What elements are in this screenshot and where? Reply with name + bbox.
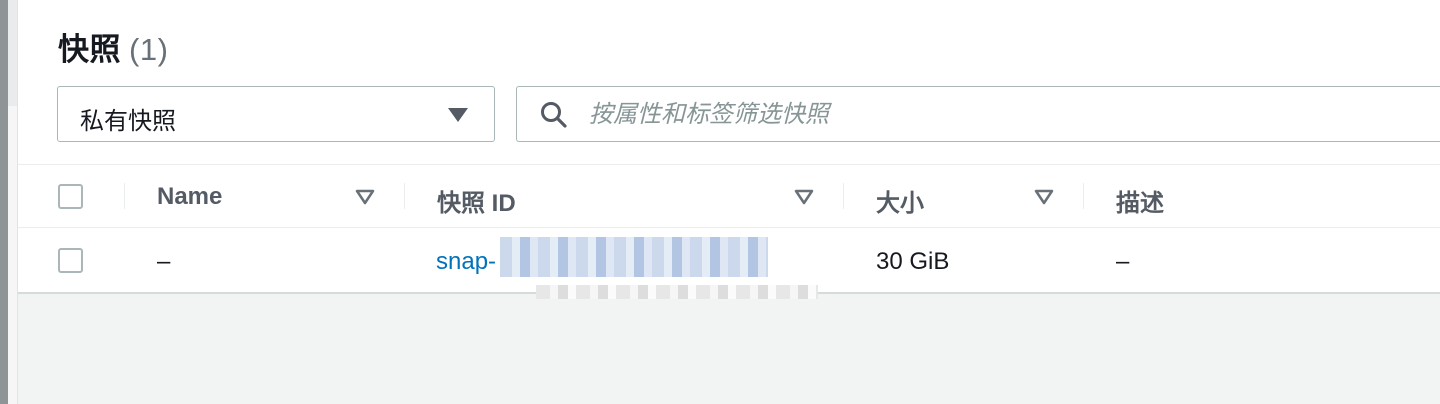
- cell-description: –: [1116, 248, 1130, 275]
- left-nav-segment: [8, 0, 17, 106]
- snapshot-id-link[interactable]: snap-: [436, 248, 496, 276]
- row-checkbox[interactable]: [58, 248, 83, 273]
- left-scroll-rail: [0, 0, 8, 404]
- caret-down-icon: [448, 108, 468, 122]
- page-title: 快照 (1): [58, 24, 168, 69]
- snapshots-panel: 快照(1) 私有快照 Name 快照 ID 大小 描述 – snap- 30 G…: [18, 0, 1440, 294]
- table-header: Name 快照 ID 大小 描述: [18, 165, 1440, 228]
- column-divider: [1083, 183, 1084, 209]
- search-icon: [541, 102, 567, 128]
- column-header-name[interactable]: Name: [157, 183, 222, 211]
- search-input[interactable]: [587, 97, 1411, 133]
- snapshot-type-select[interactable]: 私有快照: [57, 86, 495, 142]
- cell-size: 30 GiB: [876, 248, 950, 275]
- sort-down-icon[interactable]: [794, 189, 814, 205]
- column-divider: [404, 183, 405, 209]
- column-header-snapshot-id[interactable]: 快照 ID: [437, 183, 516, 218]
- snapshot-type-value: 私有快照: [80, 108, 176, 135]
- table-row[interactable]: – snap- 30 GiB –: [18, 228, 1440, 290]
- column-divider: [124, 183, 125, 209]
- snapshot-search[interactable]: [516, 86, 1440, 142]
- select-all-checkbox[interactable]: [58, 184, 83, 209]
- sort-down-icon[interactable]: [355, 189, 375, 205]
- column-header-size[interactable]: 大小: [876, 183, 924, 218]
- sort-down-icon[interactable]: [1034, 189, 1054, 205]
- column-divider: [843, 183, 844, 209]
- snapshot-count: (1): [129, 32, 169, 67]
- left-nav-edge: [8, 0, 18, 404]
- page-title-text: 快照: [58, 32, 121, 67]
- cell-name: –: [157, 248, 171, 275]
- column-header-description[interactable]: 描述: [1116, 183, 1164, 218]
